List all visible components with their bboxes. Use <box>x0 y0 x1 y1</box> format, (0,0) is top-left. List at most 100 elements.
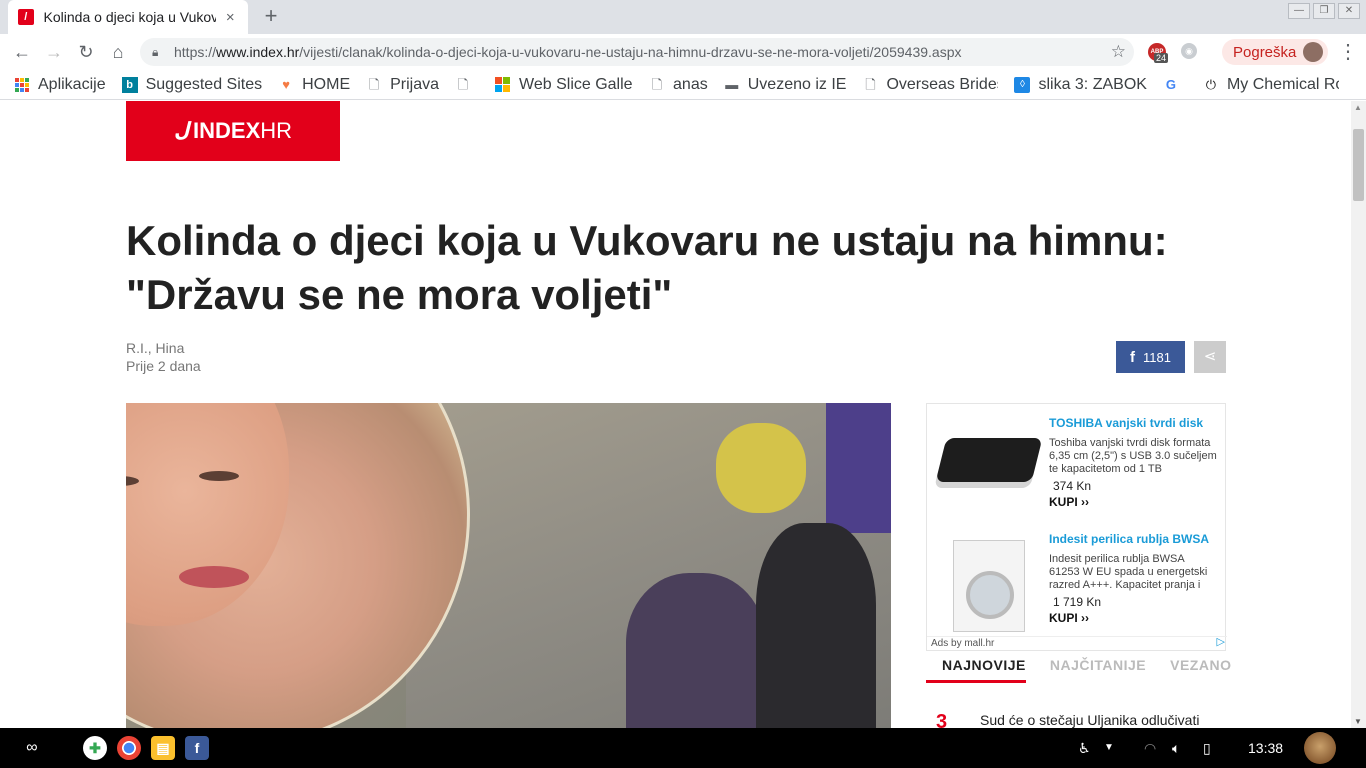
tab-vezano[interactable]: VEZANO <box>1154 649 1239 683</box>
new-tab-button[interactable]: + <box>260 5 282 27</box>
home-icon[interactable]: ⌂ <box>106 40 130 64</box>
ad-item[interactable]: Indesit perilica rublja BWSA Indesit per… <box>927 520 1227 636</box>
profile-error-button[interactable]: Pogreška <box>1222 39 1328 65</box>
bookmark-label: HOME <box>302 75 351 93</box>
bookmark-label: My Chemical Ro <box>1226 75 1339 93</box>
hero-figure <box>756 523 876 728</box>
power-icon: ⏻ <box>1205 76 1217 92</box>
ads-by-label: Ads by mall.hr <box>931 638 995 649</box>
logo-hr-text: HR <box>260 118 293 143</box>
ad-footer[interactable]: Ads by mall.hr ▷ <box>927 636 1227 650</box>
accessibility-icon[interactable]: ♿︎ <box>1078 736 1091 760</box>
battery-icon[interactable]: ▯ <box>1203 736 1211 760</box>
folder-icon: ▬ <box>725 76 739 92</box>
maximize-button[interactable]: ❐ <box>1313 3 1335 19</box>
facebook-share-button[interactable]: f 1181 <box>1116 341 1185 373</box>
url-path: /vijesti/clanak/kolinda-o-djeci-koja-u-v… <box>299 44 962 60</box>
ad-title[interactable]: TOSHIBA vanjski tvrdi disk <box>1049 416 1217 430</box>
bookmark-star-icon[interactable]: ☆ <box>1111 42 1126 62</box>
news-list-item[interactable]: 3 Sud će o stečaju Uljanika odlučivati <box>936 711 1226 728</box>
lock-icon[interactable]: 🔒︎ <box>152 45 166 60</box>
browser-tab[interactable]: / Kolinda o djeci koja u Vukovaru ne ust… <box>8 0 248 34</box>
washing-machine-image <box>937 536 1041 632</box>
share-icon: ⋖ <box>1203 348 1217 365</box>
scrollbar-thumb[interactable] <box>1353 129 1364 201</box>
bookmark-untitled[interactable]: 🗋︎ <box>455 77 479 93</box>
reload-icon[interactable]: ↻ <box>74 40 98 64</box>
bookmark-label: Prijava <box>390 75 440 93</box>
tab-najcitanije[interactable]: NAJČITANIJE <box>1034 649 1154 683</box>
page-scrollbar[interactable]: ▲ ▼ <box>1351 101 1366 728</box>
user-avatar[interactable] <box>1304 732 1336 764</box>
chrome-icon[interactable] <box>117 736 141 760</box>
google-icon: G <box>1165 76 1176 92</box>
facebook-share-count: 1181 <box>1143 349 1171 365</box>
bookmark-web-slice-gallery[interactable]: Web Slice Galler <box>495 76 633 94</box>
bookmarks-bar: Aplikacije b Suggested Sites ♥ HOME 🗋︎ P… <box>0 70 1366 100</box>
scroll-up-icon[interactable]: ▲ <box>1354 103 1362 112</box>
bookmark-aplikacije[interactable]: Aplikacije <box>14 76 106 94</box>
page-icon: 🗋︎ <box>457 76 469 92</box>
bookmark-label: Suggested Sites <box>145 75 263 93</box>
back-icon[interactable]: ← <box>10 40 34 64</box>
page-content: ᒍ INDEX HR Kolinda o djeci koja u Vukova… <box>0 101 1351 728</box>
article-author: R.I., Hina <box>126 340 185 356</box>
url-domain: www.index.hr <box>216 44 300 60</box>
news-title[interactable]: Sud će o stečaju Uljanika odlučivati <box>980 711 1199 728</box>
bookmark-home[interactable]: ♥ HOME <box>278 76 350 94</box>
close-tab-icon[interactable]: × <box>222 9 238 26</box>
files-icon[interactable]: ▤ <box>151 736 175 760</box>
extension-icon[interactable]: ◉ <box>1181 43 1197 59</box>
ad-buy-link[interactable]: KUPI ›› <box>1049 495 1089 509</box>
profile-status-label: Pogreška <box>1233 43 1297 61</box>
bookmark-prijava[interactable]: 🗋︎ Prijava <box>366 76 439 94</box>
bookmark-overseas-brides[interactable]: 🗋︎ Overseas Brides <box>862 76 998 94</box>
logo-index-text: INDEX <box>193 118 261 143</box>
article-hero-image[interactable] <box>126 403 891 728</box>
ad-price: 1 719 Kn <box>1053 595 1102 609</box>
bookmark-google[interactable]: G <box>1163 77 1187 93</box>
minimize-button[interactable]: — <box>1288 3 1310 19</box>
index-favicon-icon: / <box>18 9 34 25</box>
os-shelf: ∞ ✚ ▤ f ♿︎ ▼ ◠ 🔈︎ ▯ 13:38 <box>0 728 1366 768</box>
portrait-lips <box>179 566 249 588</box>
launcher-icon[interactable]: ∞ <box>18 736 46 760</box>
bookmark-slika-zabok[interactable]: ◊ slika 3: ZABOK <box>1014 76 1147 94</box>
scroll-down-icon[interactable]: ▼ <box>1354 717 1362 726</box>
bookmark-suggested-sites[interactable]: b Suggested Sites <box>121 75 263 94</box>
article-title: Kolinda o djeci koja u Vukovaru ne ustaj… <box>126 217 1168 318</box>
forward-icon[interactable]: → <box>42 40 66 64</box>
play-store-icon[interactable]: ✚ <box>83 736 107 760</box>
chili-logo-icon: ᒍ <box>173 117 190 145</box>
address-bar[interactable]: 🔒︎ https://www.index.hr/vijesti/clanak/k… <box>140 38 1134 66</box>
bookmark-label: Overseas Brides <box>886 75 999 93</box>
page-icon: 🗋︎ <box>865 76 876 92</box>
chevron-down-icon[interactable]: ▼ <box>1104 736 1114 760</box>
ad-buy-link[interactable]: KUPI ›› <box>1049 611 1089 625</box>
ad-item[interactable]: TOSHIBA vanjski tvrdi disk Toshiba vanjs… <box>927 404 1227 520</box>
hard-disk-image <box>935 420 1043 500</box>
hero-figure <box>826 403 891 533</box>
adchoices-icon[interactable]: ▷ <box>1217 635 1225 649</box>
wifi-icon[interactable]: ◠ <box>1144 736 1156 760</box>
ad-title[interactable]: Indesit perilica rublja BWSA <box>1049 532 1217 546</box>
url-text[interactable]: https://www.index.hr/vijesti/clanak/koli… <box>174 44 1104 60</box>
tab-najnovije[interactable]: NAJNOVIJE <box>926 649 1026 683</box>
share-button[interactable]: ⋖ <box>1194 341 1226 373</box>
site-logo[interactable]: ᒍ INDEX HR <box>126 101 340 161</box>
bookmark-uvezeno-iz-ie[interactable]: ▬ Uvezeno iz IE <box>724 76 846 94</box>
bing-icon: b <box>121 76 138 93</box>
facebook-app-icon[interactable]: f <box>185 736 209 760</box>
volume-icon[interactable]: 🔈︎ <box>1172 736 1180 760</box>
bookmark-label: anas <box>673 75 708 93</box>
extension-badge: 24 <box>1154 53 1169 63</box>
windows-icon <box>495 76 511 93</box>
clock[interactable]: 13:38 <box>1248 736 1283 760</box>
browser-tabstrip: / Kolinda o djeci koja u Vukovaru ne ust… <box>0 0 1366 34</box>
facebook-icon: f <box>1130 348 1136 366</box>
article-date: Prije 2 dana <box>126 358 201 374</box>
browser-menu-icon[interactable]: ⋮ <box>1338 40 1358 64</box>
bookmark-anas[interactable]: 🗋︎ anas <box>649 76 708 94</box>
bookmark-my-chemical-romance[interactable]: ⏻ My Chemical Ro <box>1203 76 1339 94</box>
close-window-button[interactable]: ✕ <box>1338 3 1360 19</box>
